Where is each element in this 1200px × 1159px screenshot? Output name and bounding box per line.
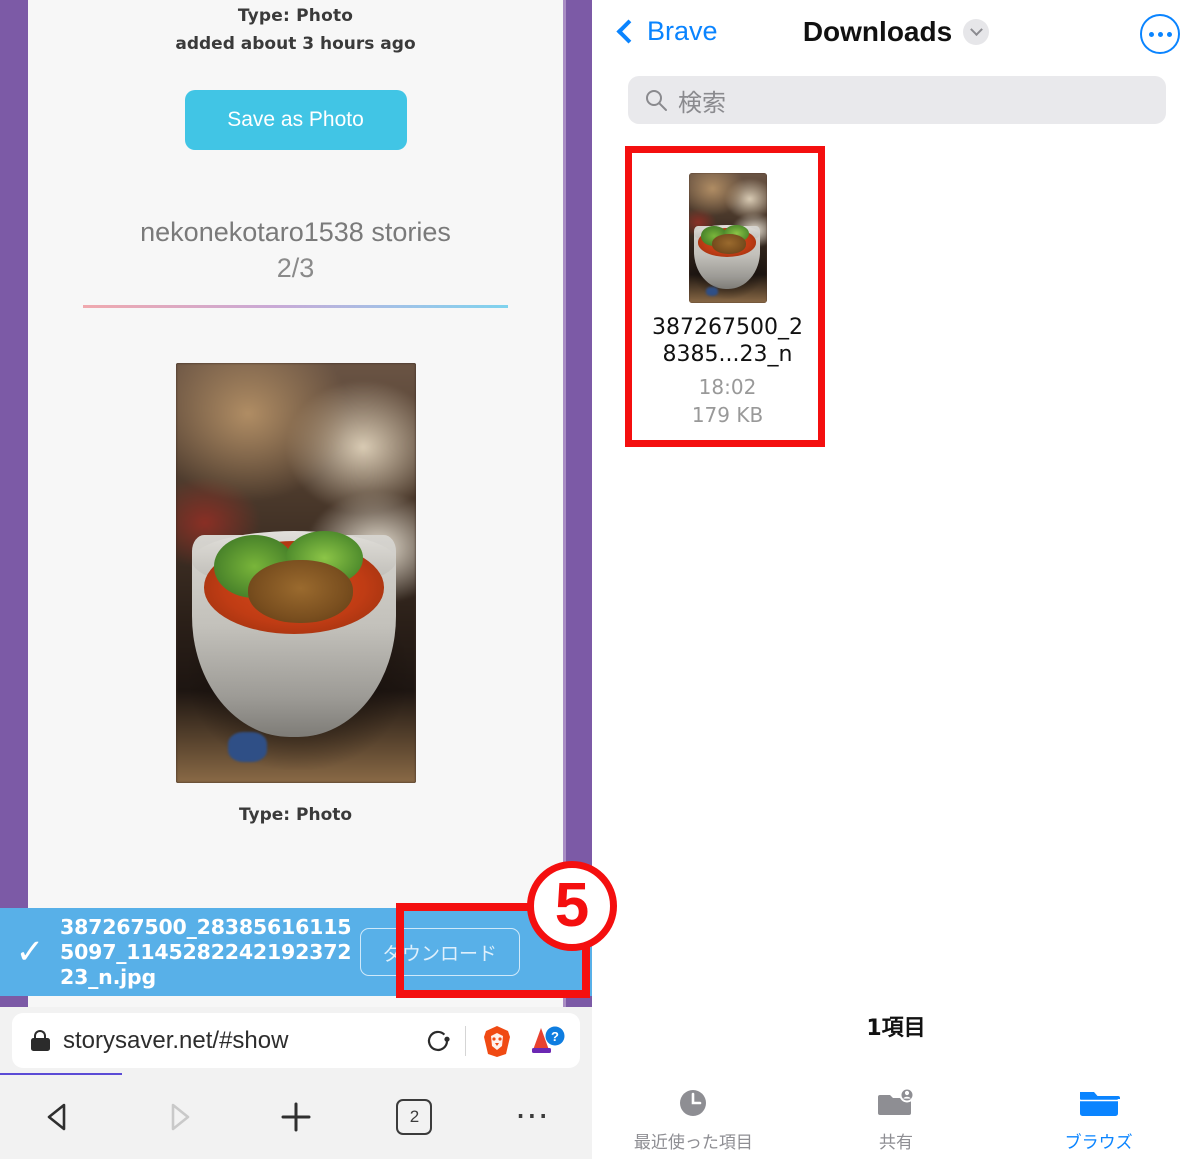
- back-button[interactable]: [0, 1075, 118, 1159]
- item-count-label: 1項目: [866, 1016, 926, 1041]
- brave-lion-icon[interactable]: [480, 1024, 514, 1058]
- annotation-box-file-item: [625, 146, 825, 447]
- story-type-label-bottom: Type: Photo: [238, 804, 353, 825]
- tab-shared[interactable]: 共有: [795, 1072, 998, 1153]
- search-icon: [644, 88, 668, 112]
- story-counter: 2/3: [276, 253, 315, 284]
- files-navigation-bar: Brave Downloads: [592, 0, 1200, 68]
- shared-folder-icon: [795, 1082, 998, 1124]
- ellipsis-circle-icon[interactable]: [1140, 14, 1180, 54]
- story-title: nekonekotaro1538 stories: [140, 217, 451, 247]
- tab-recents[interactable]: 最近使った項目: [592, 1072, 795, 1153]
- files-tab-bar: 最近使った項目 共有 ブラウズ: [592, 1072, 1200, 1159]
- forward-button: [118, 1075, 236, 1159]
- folder-icon: [997, 1082, 1200, 1124]
- three-dots-icon: ⋯: [514, 1097, 551, 1136]
- food-photo-image: [175, 362, 416, 783]
- tab-count: 2: [396, 1099, 433, 1135]
- svg-text:?: ?: [551, 1029, 559, 1044]
- toolbar-divider: [464, 1025, 466, 1056]
- save-as-photo-button[interactable]: Save as Photo: [184, 90, 407, 150]
- browser-url-row: storysaver.net/#show ?: [0, 1007, 592, 1076]
- forward-triangle-icon: [171, 1103, 189, 1131]
- check-icon: ✓: [15, 933, 45, 971]
- tab-browse-label: ブラウズ: [1064, 1133, 1133, 1153]
- reload-icon[interactable]: [423, 1026, 453, 1056]
- storysaver-webpage: Type: Photo added about 3 hours ago Save…: [28, 0, 563, 1007]
- new-tab-button[interactable]: [237, 1075, 355, 1159]
- search-placeholder: 検索: [678, 88, 726, 117]
- files-title-group: Downloads: [592, 16, 1200, 48]
- tab-switcher-button[interactable]: 2: [355, 1075, 473, 1159]
- url-text: storysaver.net/#show: [63, 1026, 289, 1054]
- tab-shared-label: 共有: [879, 1133, 913, 1153]
- page-title: Downloads: [802, 16, 953, 47]
- gradient-divider: [83, 304, 508, 308]
- annotation-step-number: 5: [527, 861, 617, 951]
- plus-icon: [281, 1102, 311, 1132]
- chevron-down-icon[interactable]: [963, 19, 990, 45]
- story-added-label: added about 3 hours ago: [175, 34, 416, 54]
- brave-bottom-toolbar: 2 ⋯: [0, 1075, 592, 1159]
- downloaded-file-name: 387267500_283856161155097_11452822421923…: [60, 914, 352, 989]
- url-bar[interactable]: storysaver.net/#show ?: [12, 1013, 580, 1068]
- extension-help-icon[interactable]: ?: [528, 1024, 566, 1058]
- browser-menu-button[interactable]: ⋯: [474, 1075, 592, 1159]
- search-input[interactable]: 検索: [628, 76, 1166, 124]
- tab-browse[interactable]: ブラウズ: [997, 1072, 1200, 1153]
- tab-recents-label: 最近使った項目: [633, 1133, 753, 1153]
- clock-icon: [592, 1082, 795, 1124]
- story-type-label-top: Type: Photo: [237, 6, 354, 26]
- back-triangle-icon: [47, 1103, 66, 1131]
- lock-icon: [30, 1029, 50, 1052]
- story-photo[interactable]: [175, 362, 416, 783]
